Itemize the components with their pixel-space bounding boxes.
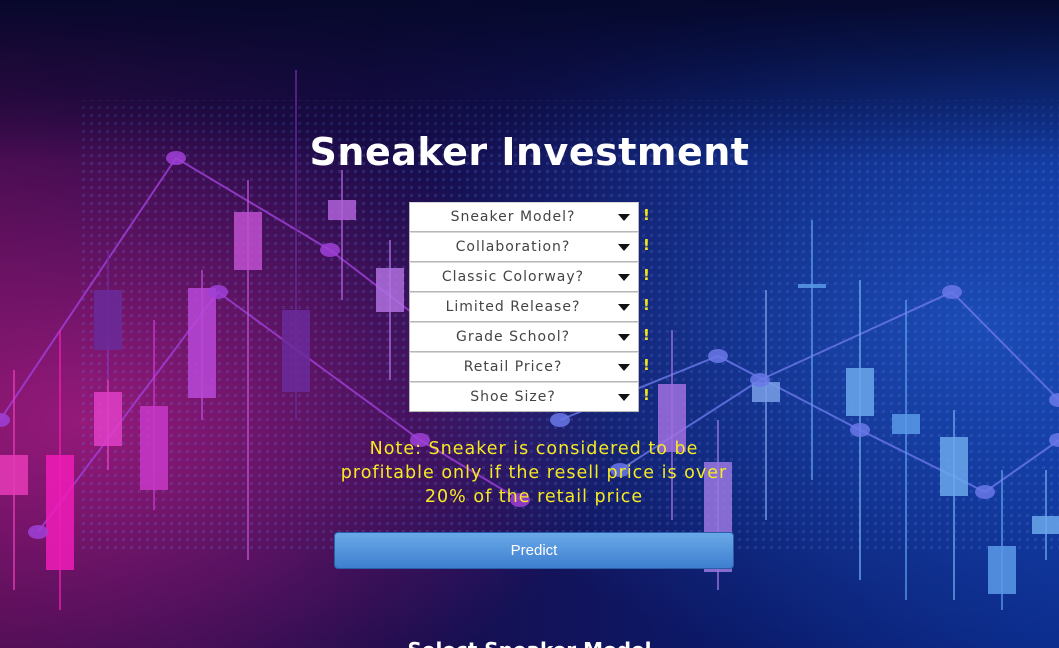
chevron-down-icon[interactable] bbox=[618, 304, 630, 311]
select-label: Collaboration? bbox=[455, 239, 571, 255]
field-row-collaboration: Collaboration? ! bbox=[409, 232, 669, 262]
field-row-retail-price: Retail Price? ! bbox=[409, 352, 669, 382]
exclamation-icon: ! bbox=[643, 266, 650, 284]
field-row-shoe-size: Shoe Size? ! bbox=[409, 382, 669, 412]
field-row-classic-colorway: Classic Colorway? ! bbox=[409, 262, 669, 292]
select-label: Sneaker Model? bbox=[450, 209, 576, 225]
field-row-grade-school: Grade School? ! bbox=[409, 322, 669, 352]
prediction-form: Sneaker Model? ! Collaboration? ! Classi… bbox=[409, 202, 669, 412]
exclamation-icon: ! bbox=[643, 356, 650, 374]
predict-button[interactable]: Predict bbox=[334, 532, 734, 569]
page-content: Sneaker Investment Sneaker Model? ! Coll… bbox=[0, 0, 1059, 648]
exclamation-icon: ! bbox=[643, 296, 650, 314]
select-label: Retail Price? bbox=[463, 359, 563, 375]
retail-price-select[interactable]: Retail Price? bbox=[409, 352, 639, 382]
page-title: Sneaker Investment bbox=[309, 130, 750, 174]
exclamation-icon: ! bbox=[643, 206, 650, 224]
collaboration-select[interactable]: Collaboration? bbox=[409, 232, 639, 262]
field-row-limited-release: Limited Release? ! bbox=[409, 292, 669, 322]
chevron-down-icon[interactable] bbox=[618, 364, 630, 371]
select-label: Shoe Size? bbox=[470, 389, 556, 405]
limited-release-select[interactable]: Limited Release? bbox=[409, 292, 639, 322]
exclamation-icon: ! bbox=[643, 386, 650, 404]
chevron-down-icon[interactable] bbox=[618, 394, 630, 401]
chevron-down-icon[interactable] bbox=[618, 214, 630, 221]
classic-colorway-select[interactable]: Classic Colorway? bbox=[409, 262, 639, 292]
exclamation-icon: ! bbox=[643, 326, 650, 344]
sneaker-model-select[interactable]: Sneaker Model? bbox=[409, 202, 639, 232]
grade-school-select[interactable]: Grade School? bbox=[409, 322, 639, 352]
select-label: Grade School? bbox=[455, 329, 571, 345]
exclamation-icon: ! bbox=[643, 236, 650, 254]
field-row-sneaker-model: Sneaker Model? ! bbox=[409, 202, 669, 232]
chevron-down-icon[interactable] bbox=[618, 274, 630, 281]
chevron-down-icon[interactable] bbox=[618, 244, 630, 251]
result-text: Select Sneaker Model bbox=[0, 638, 1059, 648]
select-label: Classic Colorway? bbox=[441, 269, 585, 285]
shoe-size-select[interactable]: Shoe Size? bbox=[409, 382, 639, 412]
select-label: Limited Release? bbox=[445, 299, 581, 315]
chevron-down-icon[interactable] bbox=[618, 334, 630, 341]
profit-note: Note: Sneaker is considered to be profit… bbox=[340, 439, 728, 507]
